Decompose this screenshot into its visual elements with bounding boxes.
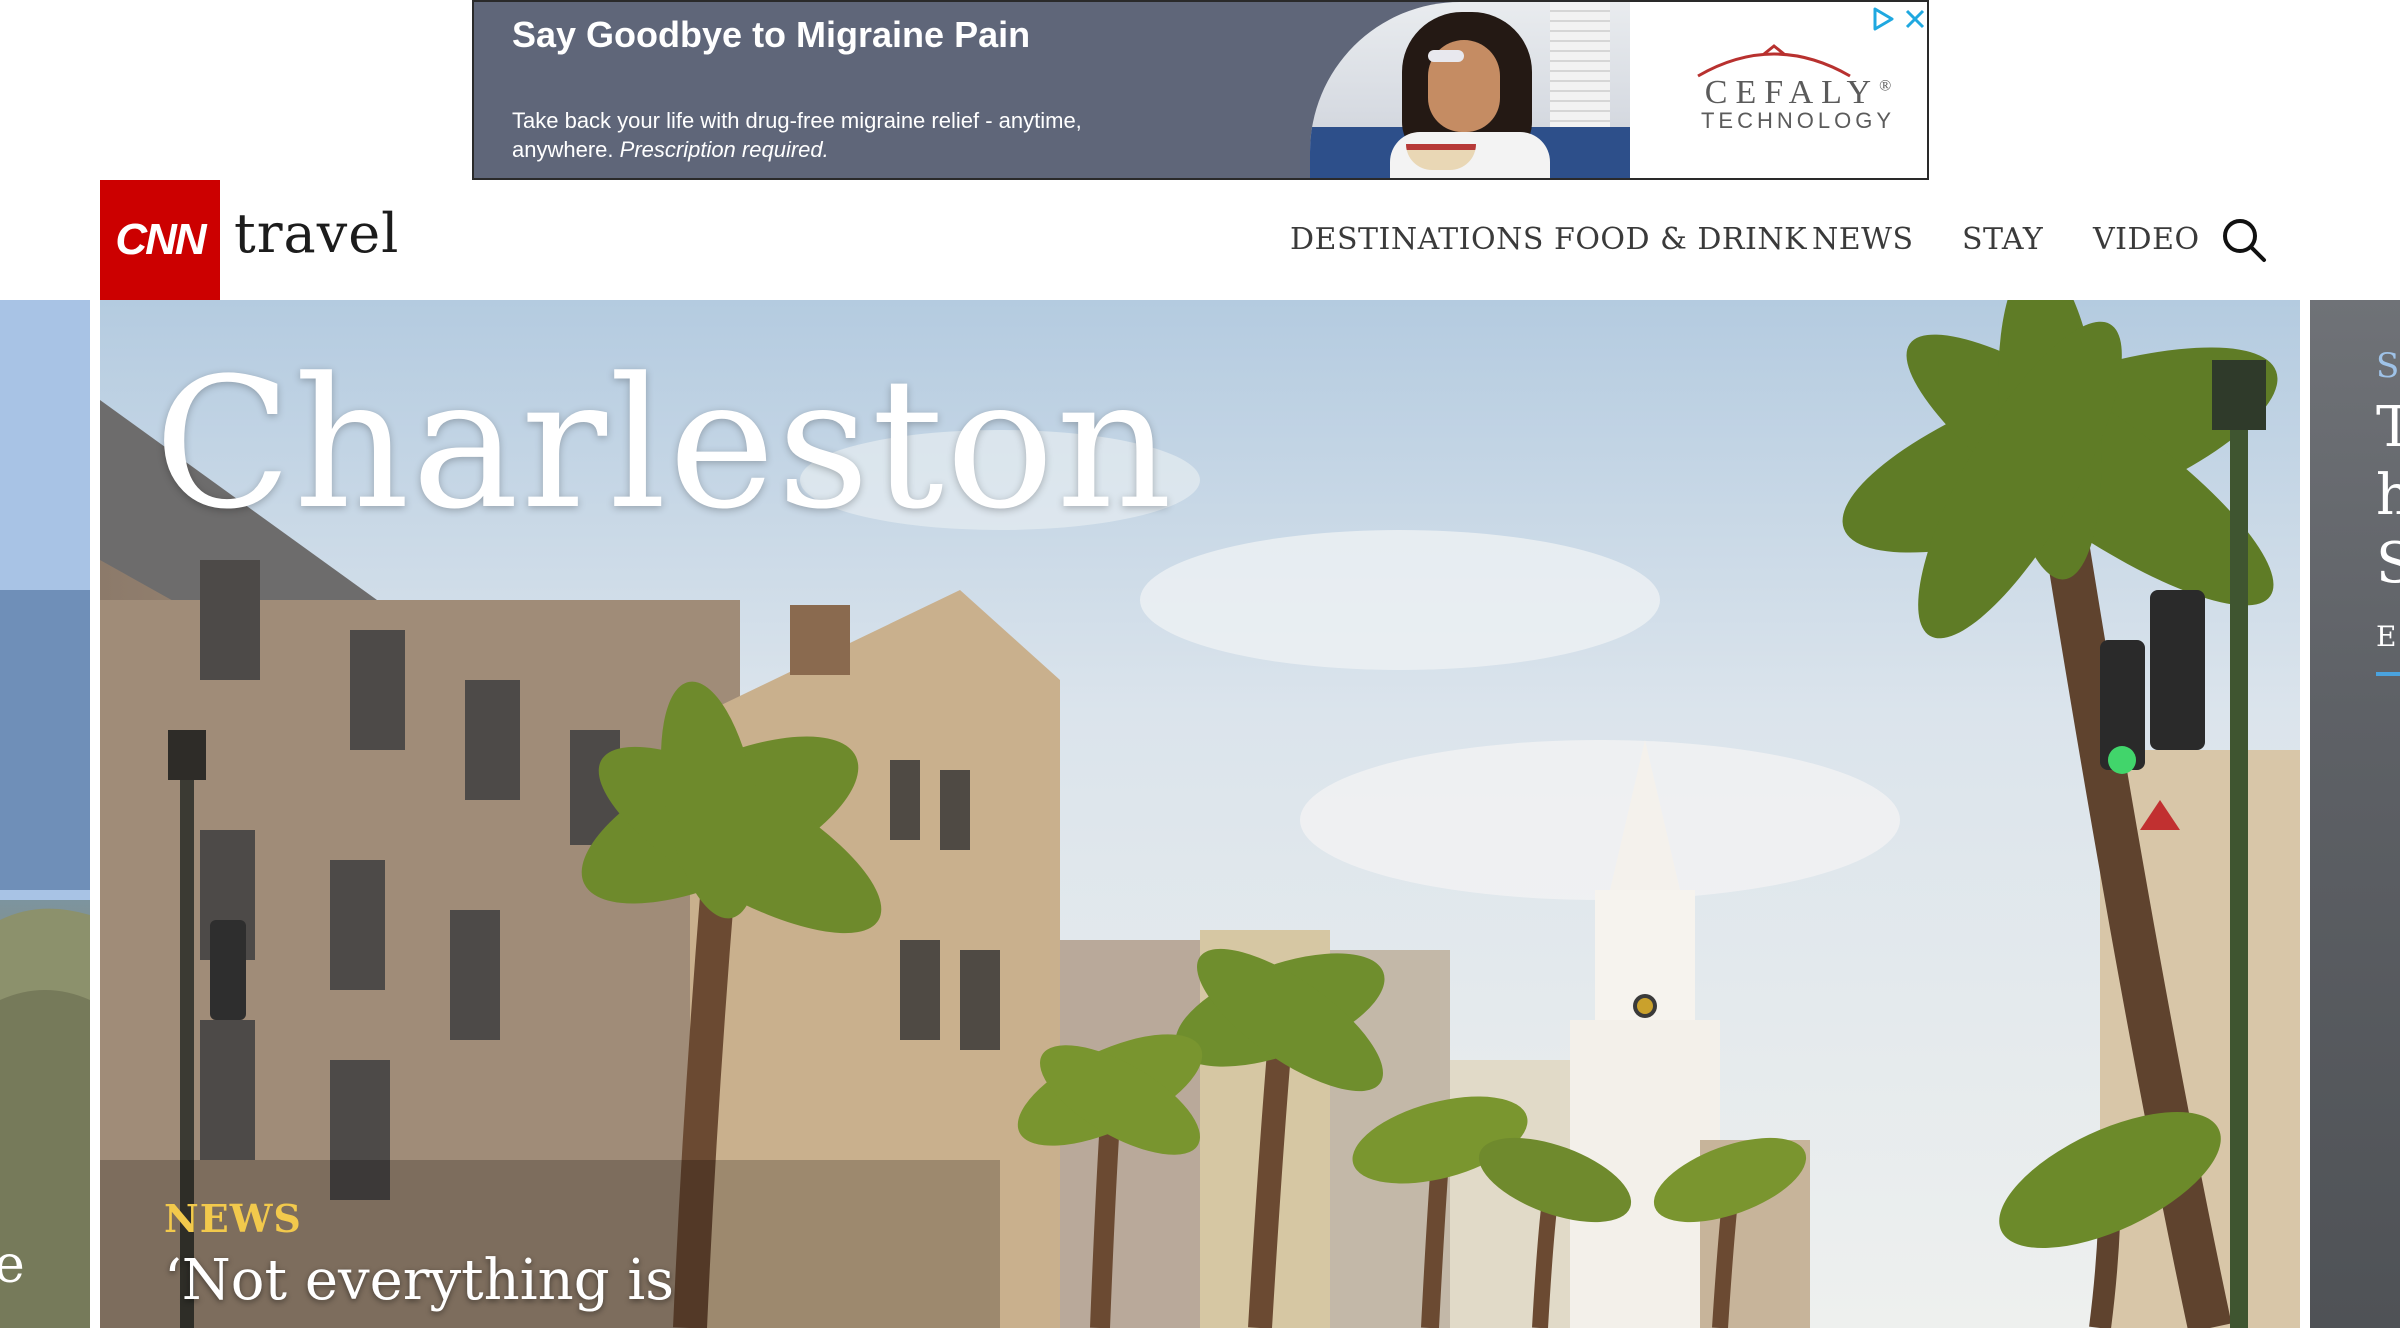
nav-destinations[interactable]: DESTINATIONS	[1290, 222, 1544, 257]
site-header: CNN travel DESTINATIONS FOOD & DRINK NEW…	[0, 180, 2400, 300]
nav-food-drink[interactable]: FOOD & DRINK	[1554, 222, 1807, 257]
close-icon[interactable]	[1902, 6, 1928, 32]
ad-brand: CEFALY®	[1678, 74, 1918, 112]
cnn-logo[interactable]: CNN	[100, 180, 220, 300]
ad-brand-sub: TECHNOLOGY	[1700, 108, 1896, 133]
nav-video[interactable]: VIDEO	[2093, 222, 2200, 257]
ad-body-note: Prescription required.	[619, 137, 829, 162]
ad-banner[interactable]: Say Goodbye to Migraine Pain Take back y…	[472, 0, 1929, 180]
hero-carousel[interactable]: e Charleston NEWS ‘Not everything is S T…	[0, 300, 2400, 1328]
hero-slide[interactable]: Charleston NEWS ‘Not everything is	[100, 300, 2300, 1328]
ad-body: Take back your life with drug-free migra…	[512, 106, 1152, 164]
next-slide-underline	[2376, 672, 2400, 676]
ad-photo	[1310, 2, 1630, 178]
ad-headline: Say Goodbye to Migraine Pain	[512, 14, 1031, 55]
carousel-prev-slide[interactable]: e	[0, 300, 90, 1328]
nav-stay[interactable]: STAY	[1962, 222, 2043, 257]
prev-slide-landscape	[0, 300, 90, 1328]
carousel-next-slide[interactable]: S T h S E	[2310, 300, 2400, 1328]
hero-title[interactable]: Charleston	[154, 340, 1174, 549]
search-icon[interactable]	[2220, 216, 2268, 264]
ad-brand-mark: ®	[1879, 77, 1892, 95]
cnn-logo-text: CNN	[115, 215, 206, 264]
page: Say Goodbye to Migraine Pain Take back y…	[0, 0, 2400, 1328]
section-name[interactable]: travel	[234, 202, 399, 265]
ad-brand-name: CEFALY	[1704, 74, 1880, 111]
adchoices-icon[interactable]	[1870, 6, 1896, 32]
nav-news[interactable]: NEWS	[1812, 222, 1914, 257]
hero-kicker[interactable]: NEWS	[164, 1196, 302, 1241]
hero-headline[interactable]: ‘Not everything is	[164, 1248, 674, 1314]
